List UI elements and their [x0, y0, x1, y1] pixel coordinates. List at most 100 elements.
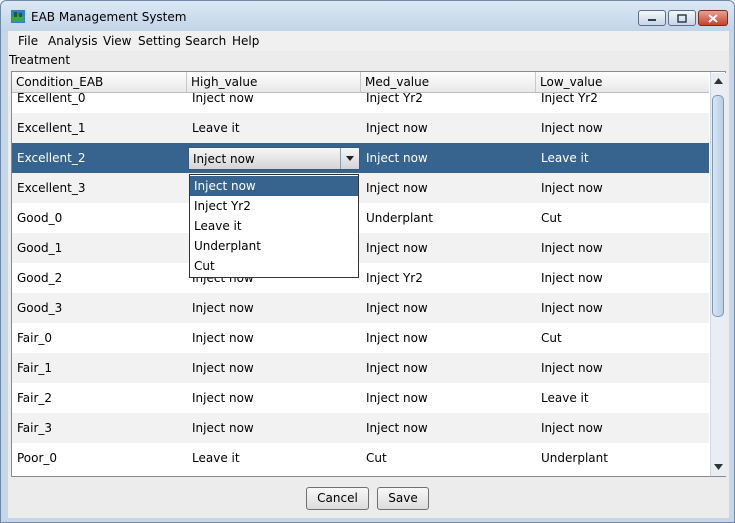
table-cell[interactable]: Inject now — [187, 383, 362, 413]
table-cell[interactable]: Good_0 — [12, 203, 187, 233]
table-row[interactable]: Fair_0 Inject now Inject now Cut — [12, 323, 709, 353]
chevron-down-icon — [346, 156, 354, 161]
maximize-button[interactable] — [668, 10, 696, 26]
table-cell[interactable]: Excellent_2 — [12, 143, 187, 173]
table-row[interactable]: Fair_2 Inject now Inject now Leave it — [12, 383, 709, 413]
table-header: Condition_EAB High_value Med_value Low_v… — [12, 72, 711, 93]
table-cell[interactable]: Inject now — [361, 383, 536, 413]
app-window: EAB Management System File Analysis View… — [0, 0, 735, 523]
table-cell[interactable]: Inject Yr2 — [536, 93, 709, 113]
close-button[interactable] — [698, 10, 728, 26]
dropdown-option[interactable]: Leave it — [190, 216, 358, 236]
table-cell[interactable]: Inject now — [361, 143, 536, 173]
table-cell[interactable]: Underplant — [536, 443, 709, 473]
table-row[interactable]: Excellent_0 Inject now Inject Yr2 Inject Yr… — [12, 93, 709, 113]
dropdown-option[interactable]: Inject Yr2 — [190, 196, 358, 216]
table-row[interactable]: Fair_1 Inject now Inject now Inject now — [12, 353, 709, 383]
table-cell[interactable]: Inject now — [536, 263, 709, 293]
menu-search[interactable]: Search — [185, 34, 226, 48]
close-icon — [708, 13, 718, 23]
scroll-thumb[interactable] — [712, 95, 724, 317]
combobox-arrow-button[interactable] — [340, 148, 359, 169]
combo-dropdown-list: Inject now Inject Yr2 Leave it Underplant Cu… — [189, 174, 359, 278]
table-cell[interactable]: Inject now — [361, 233, 536, 263]
table-cell[interactable]: Inject now — [361, 413, 536, 443]
menu-view[interactable]: View — [103, 34, 131, 48]
table-cell[interactable]: Cut — [361, 443, 536, 473]
scroll-down-button[interactable] — [711, 459, 726, 475]
table-row[interactable]: Excellent_1 Leave it Inject now Inject now — [12, 113, 709, 143]
title-bar[interactable]: EAB Management System — [1, 1, 734, 31]
combobox-value: Inject now — [193, 152, 255, 166]
high-value-combobox[interactable]: Inject now — [188, 147, 360, 170]
menu-bar: File Analysis View Setting Search Help — [8, 31, 729, 51]
table-cell[interactable]: Inject Yr2 — [361, 263, 536, 293]
table-body: Excellent_0 Inject now Inject Yr2 Inject Yr… — [12, 93, 709, 476]
table-row[interactable]: Excellent_2 Inject now Inject now Leave it — [12, 143, 709, 173]
menu-setting[interactable]: Setting — [138, 34, 181, 48]
table-cell[interactable]: Inject now — [536, 293, 709, 323]
dropdown-option[interactable]: Underplant — [190, 236, 358, 256]
table-cell[interactable]: Leave it — [536, 143, 709, 173]
column-header-low[interactable]: Low_value — [536, 72, 711, 92]
table-cell[interactable]: Cut — [536, 323, 709, 353]
table-cell[interactable]: Inject now — [361, 113, 536, 143]
table-row[interactable]: Good_3 Inject now Inject now Inject now — [12, 293, 709, 323]
table-row[interactable]: Fair_3 Inject now Inject now Inject now — [12, 413, 709, 443]
vertical-scrollbar[interactable] — [710, 73, 726, 476]
table-cell[interactable]: Fair_0 — [12, 323, 187, 353]
cancel-button[interactable]: Cancel — [306, 487, 369, 510]
table-cell[interactable]: Leave it — [187, 443, 362, 473]
table-cell[interactable]: Good_1 — [12, 233, 187, 263]
table-cell[interactable]: Inject now — [187, 323, 362, 353]
table-cell[interactable]: Inject now — [361, 173, 536, 203]
table-row[interactable]: Good_1 Inject now Inject now — [12, 233, 709, 263]
table-row[interactable]: Good_2 Inject now Inject Yr2 Inject now — [12, 263, 709, 293]
table-cell[interactable]: Inject now — [536, 353, 709, 383]
table-cell[interactable]: Inject now — [536, 233, 709, 263]
table-cell[interactable]: Inject Yr2 — [361, 93, 536, 113]
table-cell[interactable]: Cut — [536, 203, 709, 233]
table-cell[interactable]: Fair_3 — [12, 413, 187, 443]
treatment-label: Treatment — [9, 53, 71, 67]
table-cell[interactable]: Inject now — [187, 353, 362, 383]
table-cell[interactable]: Inject now — [536, 113, 709, 143]
scroll-up-icon — [714, 78, 723, 84]
client-area: File Analysis View Setting Search Help T… — [8, 31, 729, 518]
menu-file[interactable]: File — [18, 34, 38, 48]
table-cell[interactable]: Underplant — [361, 203, 536, 233]
window-title: EAB Management System — [31, 10, 187, 24]
table-row[interactable]: Good_0 Underplant Cut — [12, 203, 709, 233]
table-cell[interactable]: Leave it — [187, 113, 362, 143]
column-header-condition[interactable]: Condition_EAB — [12, 72, 187, 92]
table-cell[interactable]: Excellent_3 — [12, 173, 187, 203]
table-cell[interactable]: Good_3 — [12, 293, 187, 323]
table-cell[interactable]: Excellent_0 — [12, 93, 187, 113]
table-cell[interactable]: Leave it — [536, 383, 709, 413]
table-cell[interactable]: Inject now — [361, 353, 536, 383]
scroll-up-button[interactable] — [711, 73, 726, 89]
table-cell[interactable]: Inject now — [187, 413, 362, 443]
column-header-high[interactable]: High_value — [187, 72, 361, 92]
column-header-med[interactable]: Med_value — [361, 72, 536, 92]
minimize-icon — [648, 19, 656, 21]
table-cell[interactable]: Inject now — [187, 293, 362, 323]
table-cell[interactable]: Inject now — [361, 293, 536, 323]
dropdown-option[interactable]: Inject now — [190, 176, 358, 196]
table-row[interactable]: Excellent_3Inject nowInject nowInject no… — [12, 173, 709, 203]
table-cell[interactable]: Fair_2 — [12, 383, 187, 413]
save-button[interactable]: Save — [377, 487, 429, 510]
table-cell[interactable]: Fair_1 — [12, 353, 187, 383]
table-cell[interactable]: Inject now — [187, 93, 362, 113]
table-row[interactable]: Poor_0 Leave it Cut Underplant — [12, 443, 709, 473]
table-cell[interactable]: Inject now — [361, 323, 536, 353]
table-cell[interactable]: Excellent_1 — [12, 113, 187, 143]
minimize-button[interactable] — [638, 10, 666, 26]
table-cell[interactable]: Good_2 — [12, 263, 187, 293]
table-cell[interactable]: Poor_0 — [12, 443, 187, 473]
dropdown-option[interactable]: Cut — [190, 256, 358, 276]
table-cell[interactable]: Inject now — [536, 413, 709, 443]
menu-analysis[interactable]: Analysis — [48, 34, 97, 48]
table-cell[interactable]: Inject now — [536, 173, 709, 203]
menu-help[interactable]: Help — [232, 34, 259, 48]
